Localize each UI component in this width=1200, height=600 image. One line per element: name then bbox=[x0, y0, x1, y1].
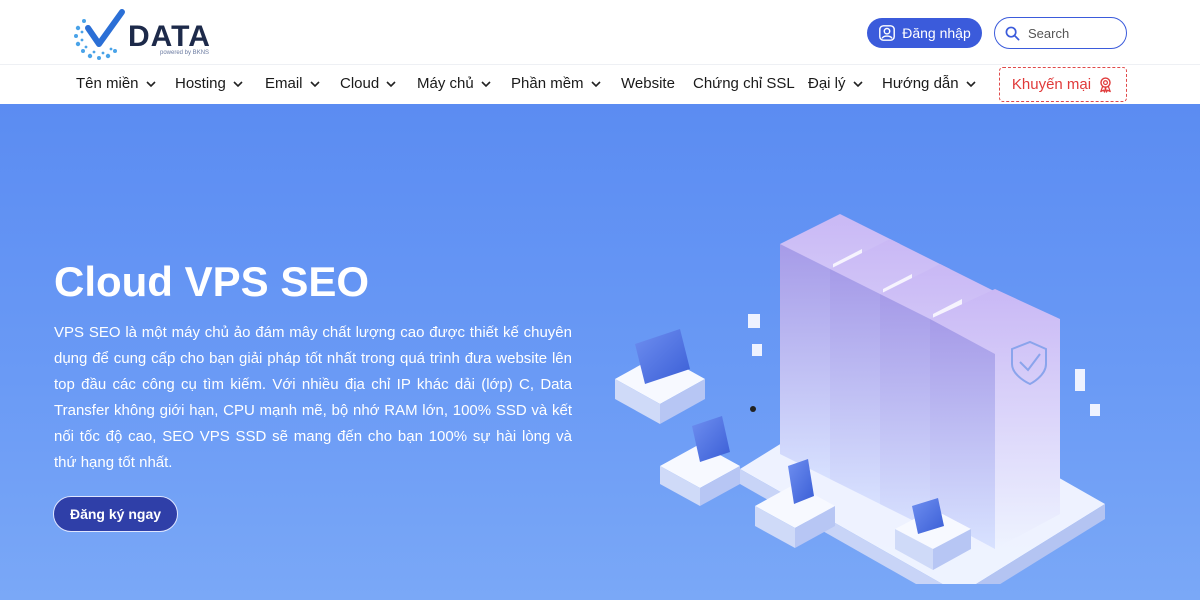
login-label: Đăng nhập bbox=[902, 25, 971, 41]
logo-tagline: powered by BKNS bbox=[160, 50, 210, 56]
user-icon bbox=[879, 25, 896, 41]
nav-item-huong-dan[interactable]: Hướng dẫn bbox=[882, 75, 976, 92]
nav-label: Phần mềm bbox=[511, 75, 584, 92]
chevron-down-icon bbox=[590, 80, 601, 87]
search-icon bbox=[1005, 26, 1020, 40]
hero-title: Cloud VPS SEO bbox=[54, 258, 370, 305]
hero-description: VPS SEO là một máy chủ ảo đám mây chất l… bbox=[54, 324, 572, 471]
search-box[interactable] bbox=[994, 17, 1127, 49]
chevron-down-icon bbox=[309, 80, 320, 87]
nav-label: Đại lý bbox=[808, 75, 846, 92]
nav-label: Hướng dẫn bbox=[882, 75, 959, 92]
nav-label: Cloud bbox=[340, 75, 380, 92]
chevron-down-icon bbox=[966, 80, 976, 87]
hero-banner: Cloud VPS SEO VPS SEO là một máy chủ ảo … bbox=[0, 104, 1200, 600]
nav-item-dai-ly[interactable]: Đại lý bbox=[808, 75, 863, 92]
search-input[interactable] bbox=[1028, 25, 1118, 41]
top-header: DATA powered by BKNS Đăng nhập bbox=[0, 0, 1200, 64]
nav-item-cloud[interactable]: Cloud bbox=[340, 75, 396, 92]
site-logo[interactable]: DATA powered by BKNS bbox=[72, 6, 212, 60]
nav-item-email[interactable]: Email bbox=[265, 75, 320, 92]
chevron-down-icon bbox=[481, 80, 491, 87]
promo-button[interactable]: Khuyến mại bbox=[999, 67, 1127, 102]
award-icon bbox=[1100, 77, 1111, 93]
promo-label: Khuyến mại bbox=[1011, 76, 1092, 93]
nav-item-hosting[interactable]: Hosting bbox=[175, 75, 243, 92]
nav-item-phan-mem[interactable]: Phần mềm bbox=[511, 75, 601, 92]
register-now-button[interactable]: Đăng ký ngay bbox=[53, 496, 178, 532]
cloud-server-illustration bbox=[615, 214, 1105, 584]
nav-item-may-chu[interactable]: Máy chủ bbox=[417, 75, 491, 92]
nav-item-website[interactable]: Website bbox=[621, 75, 675, 92]
chevron-down-icon bbox=[852, 80, 863, 87]
nav-item-ssl[interactable]: Chứng chỉ SSL bbox=[693, 75, 795, 92]
nav-label: Website bbox=[621, 75, 675, 92]
login-button[interactable]: Đăng nhập bbox=[867, 18, 982, 48]
chevron-down-icon bbox=[145, 80, 156, 87]
nav-label: Máy chủ bbox=[417, 75, 474, 92]
logo-wordmark: DATA bbox=[128, 20, 211, 53]
chevron-down-icon bbox=[386, 80, 396, 87]
logo-check-icon bbox=[74, 9, 125, 60]
nav-label: Email bbox=[265, 75, 303, 92]
chevron-down-icon bbox=[233, 80, 243, 87]
main-nav: Tên miền Hosting Email Cloud Máy chủ Phầ… bbox=[0, 64, 1200, 104]
nav-label: Hosting bbox=[175, 75, 226, 92]
nav-label: Tên miền bbox=[76, 75, 139, 92]
nav-label: Chứng chỉ SSL bbox=[693, 75, 795, 92]
nav-item-ten-mien[interactable]: Tên miền bbox=[76, 75, 156, 92]
